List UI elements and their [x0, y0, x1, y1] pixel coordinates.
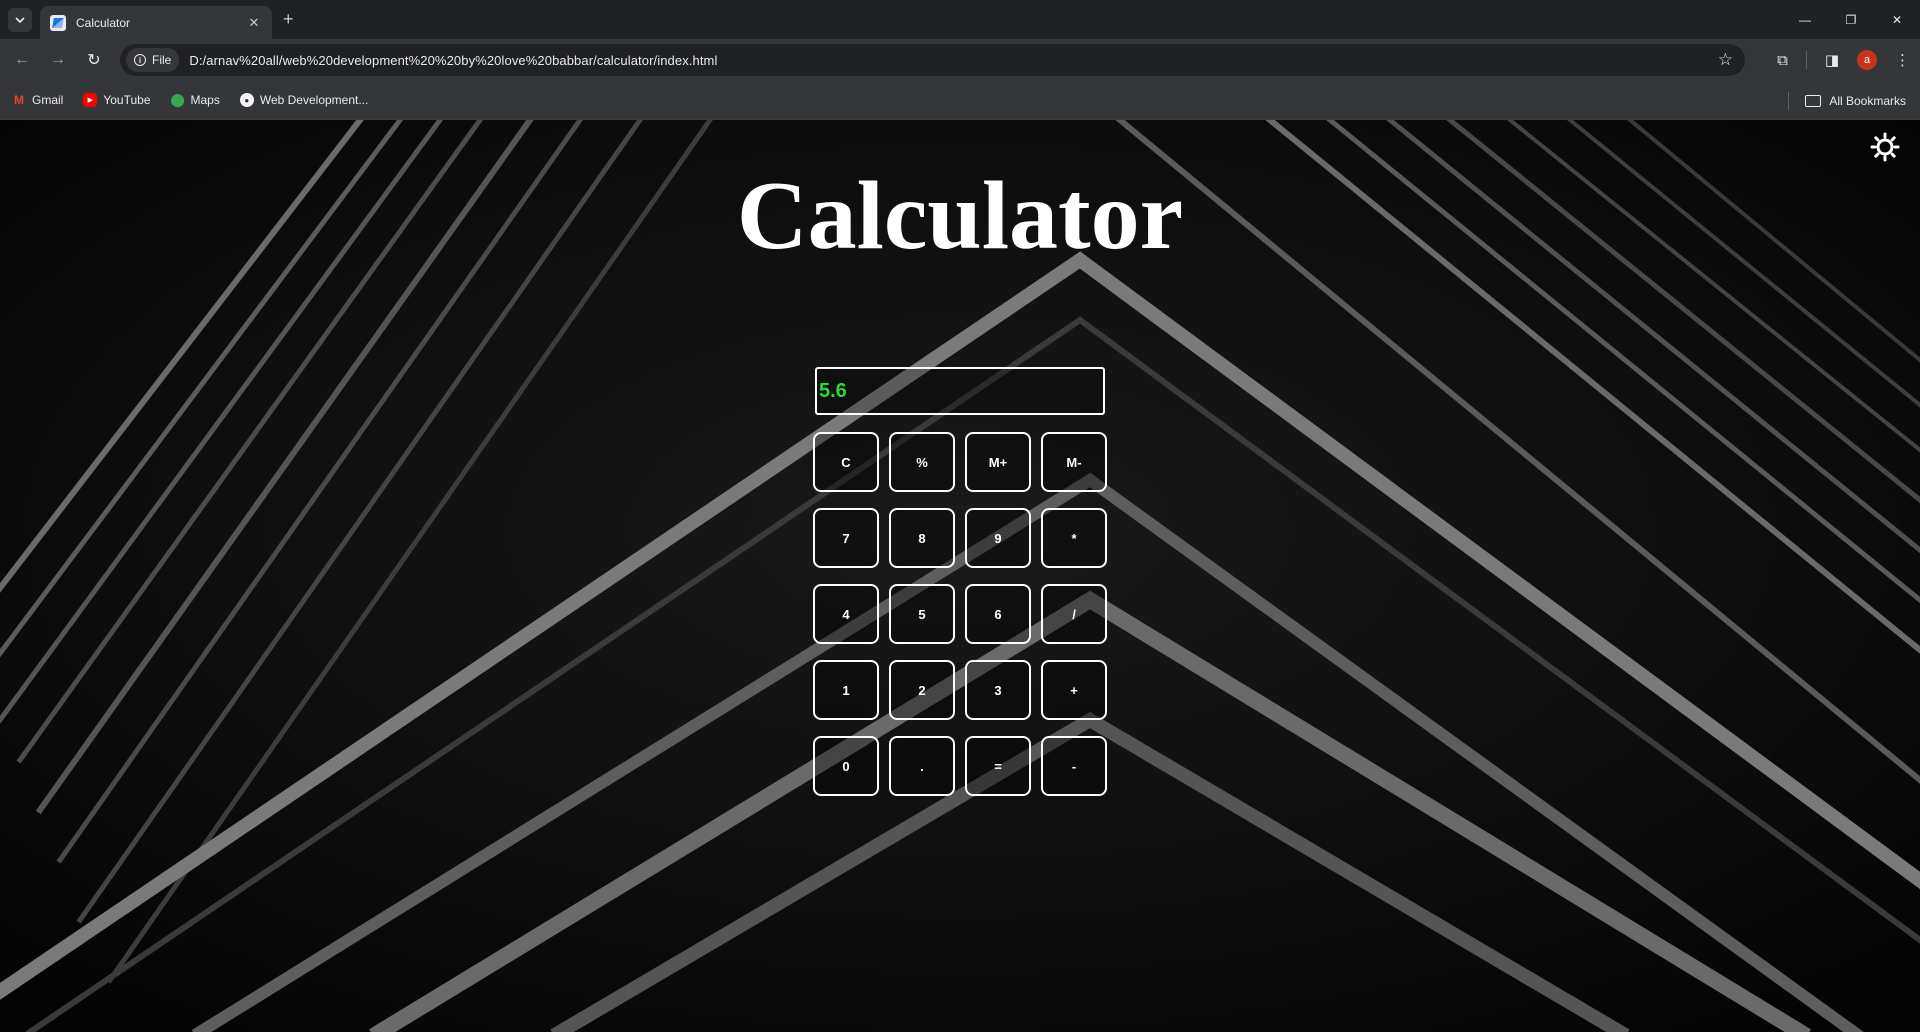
folder-icon: [1805, 94, 1822, 107]
profile-avatar[interactable]: a: [1857, 50, 1877, 70]
key-6[interactable]: 6: [965, 584, 1031, 644]
key-8[interactable]: 8: [889, 508, 955, 568]
theme-toggle-button[interactable]: [1868, 130, 1902, 164]
back-icon[interactable]: ←: [8, 46, 36, 74]
page-viewport: Calculator 5.6 C % M+ M- 7 8 9 * 4 5 6 /…: [0, 120, 1920, 1032]
key-2[interactable]: 2: [889, 660, 955, 720]
key-add[interactable]: +: [1041, 660, 1107, 720]
key-4[interactable]: 4: [813, 584, 879, 644]
key-decimal[interactable]: .: [889, 736, 955, 796]
restore-icon[interactable]: ❐: [1828, 0, 1874, 39]
bookmark-web-development[interactable]: ● Web Development...: [239, 93, 369, 107]
calculator-keypad: C % M+ M- 7 8 9 * 4 5 6 / 1 2 3 + 0 . = …: [813, 432, 1107, 796]
toolbar-actions: ⧉ ◨ a ⋮: [1777, 39, 1910, 81]
key-9[interactable]: 9: [965, 508, 1031, 568]
tab-title: Calculator: [76, 15, 131, 30]
window-controls: — ❐ ✕: [1782, 0, 1920, 39]
gmail-icon: M: [14, 93, 24, 107]
new-tab-icon[interactable]: +: [283, 9, 294, 30]
site-info-chip[interactable]: i File: [126, 48, 180, 72]
bookmark-label: Gmail: [32, 93, 64, 107]
tab-search-button[interactable]: [8, 8, 32, 32]
more-menu-icon[interactable]: ⋮: [1895, 51, 1910, 69]
calculator-favicon-icon: [50, 14, 66, 31]
maps-icon: ⬤: [170, 92, 185, 107]
bookmark-label: Maps: [190, 93, 220, 107]
key-1[interactable]: 1: [813, 660, 879, 720]
key-divide[interactable]: /: [1041, 584, 1107, 644]
key-7[interactable]: 7: [813, 508, 879, 568]
bookmark-maps[interactable]: ⬤ Maps: [170, 92, 220, 107]
info-icon: i: [134, 54, 146, 66]
all-bookmarks-button[interactable]: All Bookmarks: [1788, 81, 1906, 120]
key-subtract[interactable]: -: [1041, 736, 1107, 796]
reload-icon[interactable]: ↻: [80, 46, 108, 74]
chevron-down-icon: [15, 17, 25, 24]
bookmark-gmail[interactable]: M Gmail: [12, 93, 63, 107]
bookmark-star-icon[interactable]: ☆: [1718, 50, 1733, 70]
bookmarks-divider: [1788, 91, 1790, 110]
extensions-icon[interactable]: ⧉: [1777, 52, 1788, 69]
tab-strip: Calculator ✕ + — ❐ ✕: [0, 0, 1920, 39]
key-5[interactable]: 5: [889, 584, 955, 644]
close-tab-icon[interactable]: ✕: [246, 15, 262, 31]
browser-toolbar: ← → ↻ i File D:/arnav%20all/web%20develo…: [0, 39, 1920, 81]
key-clear[interactable]: C: [813, 432, 879, 492]
key-percent[interactable]: %: [889, 432, 955, 492]
url-text[interactable]: D:/arnav%20all/web%20development%20%20by…: [189, 53, 717, 68]
tab-calculator[interactable]: Calculator ✕: [40, 6, 272, 39]
bookmarks-bar: M Gmail ▶ YouTube ⬤ Maps ● Web Developme…: [0, 81, 1920, 120]
page-title: Calculator: [736, 162, 1184, 270]
bookmark-label: Web Development...: [259, 93, 369, 107]
all-bookmarks-label: All Bookmarks: [1829, 93, 1906, 108]
minimize-icon[interactable]: —: [1782, 0, 1828, 39]
address-bar[interactable]: i File D:/arnav%20all/web%20development%…: [120, 44, 1745, 76]
side-panel-icon[interactable]: ◨: [1825, 51, 1839, 69]
key-memory-add[interactable]: M+: [965, 432, 1031, 492]
forward-icon[interactable]: →: [44, 46, 72, 74]
toolbar-divider: [1805, 51, 1807, 69]
sun-icon: [1870, 132, 1900, 162]
key-memory-subtract[interactable]: M-: [1041, 432, 1107, 492]
bookmark-youtube[interactable]: ▶ YouTube: [83, 93, 151, 107]
bookmark-label: YouTube: [103, 93, 151, 107]
site-info-label: File: [152, 53, 172, 67]
key-0[interactable]: 0: [813, 736, 879, 796]
key-3[interactable]: 3: [965, 660, 1031, 720]
close-window-icon[interactable]: ✕: [1874, 0, 1920, 39]
web-development-icon: ●: [239, 93, 254, 107]
key-multiply[interactable]: *: [1041, 508, 1107, 568]
key-equals[interactable]: =: [965, 736, 1031, 796]
calculator-display[interactable]: 5.6: [815, 367, 1105, 415]
youtube-icon: ▶: [83, 93, 98, 107]
